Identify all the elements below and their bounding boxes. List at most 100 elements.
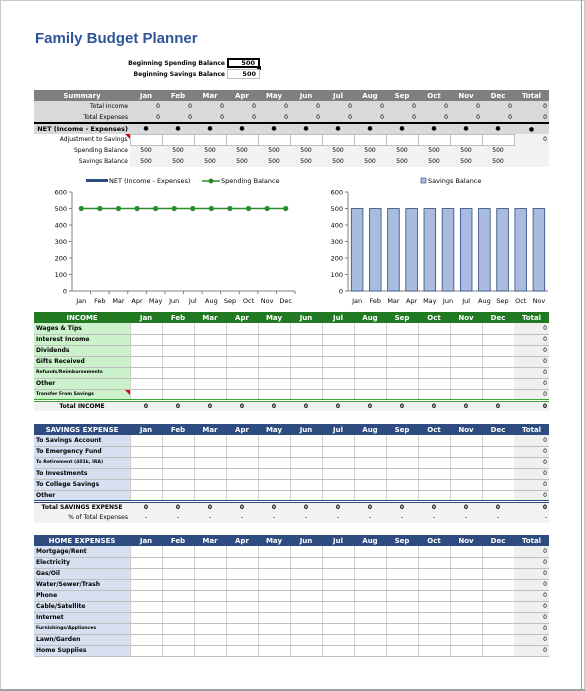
amount-input[interactable] bbox=[257, 367, 290, 379]
amount-input[interactable] bbox=[417, 367, 450, 379]
amount-input[interactable] bbox=[257, 345, 290, 357]
amount-input[interactable] bbox=[417, 378, 450, 390]
amount-input[interactable] bbox=[385, 389, 418, 401]
amount-input[interactable] bbox=[449, 568, 482, 580]
amount-input[interactable] bbox=[129, 367, 162, 379]
amount-input[interactable] bbox=[321, 345, 354, 357]
amount-input[interactable] bbox=[353, 579, 386, 591]
adjustment-input[interactable] bbox=[417, 133, 451, 146]
amount-input[interactable] bbox=[225, 378, 258, 390]
amount-input[interactable] bbox=[481, 389, 514, 401]
amount-input[interactable] bbox=[481, 601, 514, 613]
amount-input[interactable] bbox=[481, 457, 514, 469]
amount-input[interactable] bbox=[385, 623, 418, 635]
amount-input[interactable] bbox=[321, 490, 354, 502]
amount-input[interactable] bbox=[481, 557, 514, 569]
amount-input[interactable] bbox=[417, 479, 450, 491]
amount-input[interactable] bbox=[417, 356, 450, 368]
amount-input[interactable] bbox=[481, 645, 514, 657]
amount-input[interactable] bbox=[161, 601, 194, 613]
amount-input[interactable] bbox=[225, 546, 258, 558]
amount-input[interactable] bbox=[257, 389, 290, 401]
amount-input[interactable] bbox=[225, 323, 258, 335]
amount-input[interactable] bbox=[353, 612, 386, 624]
amount-input[interactable] bbox=[193, 601, 226, 613]
amount-input[interactable] bbox=[161, 612, 194, 624]
amount-input[interactable] bbox=[417, 634, 450, 646]
amount-input[interactable] bbox=[289, 645, 322, 657]
amount-input[interactable] bbox=[193, 446, 226, 458]
amount-input[interactable] bbox=[417, 468, 450, 480]
amount-input[interactable] bbox=[225, 590, 258, 602]
amount-input[interactable] bbox=[161, 356, 194, 368]
amount-input[interactable] bbox=[129, 612, 162, 624]
amount-input[interactable] bbox=[289, 490, 322, 502]
amount-input[interactable] bbox=[481, 356, 514, 368]
amount-input[interactable] bbox=[257, 468, 290, 480]
amount-input[interactable] bbox=[193, 612, 226, 624]
beginning-savings-input[interactable]: 500 bbox=[227, 69, 260, 79]
amount-input[interactable] bbox=[449, 345, 482, 357]
amount-input[interactable] bbox=[321, 546, 354, 558]
amount-input[interactable] bbox=[193, 323, 226, 335]
amount-input[interactable] bbox=[353, 435, 386, 447]
amount-input[interactable] bbox=[385, 612, 418, 624]
amount-input[interactable] bbox=[449, 579, 482, 591]
amount-input[interactable] bbox=[353, 446, 386, 458]
amount-input[interactable] bbox=[257, 634, 290, 646]
amount-input[interactable] bbox=[385, 590, 418, 602]
adjustment-input[interactable] bbox=[289, 133, 323, 146]
amount-input[interactable] bbox=[129, 579, 162, 591]
amount-input[interactable] bbox=[225, 579, 258, 591]
amount-input[interactable] bbox=[193, 479, 226, 491]
amount-input[interactable] bbox=[449, 601, 482, 613]
amount-input[interactable] bbox=[449, 389, 482, 401]
amount-input[interactable] bbox=[225, 389, 258, 401]
amount-input[interactable] bbox=[449, 634, 482, 646]
amount-input[interactable] bbox=[225, 557, 258, 569]
amount-input[interactable] bbox=[289, 389, 322, 401]
amount-input[interactable] bbox=[225, 457, 258, 469]
amount-input[interactable] bbox=[321, 367, 354, 379]
amount-input[interactable] bbox=[449, 367, 482, 379]
amount-input[interactable] bbox=[481, 590, 514, 602]
amount-input[interactable] bbox=[417, 612, 450, 624]
amount-input[interactable] bbox=[129, 457, 162, 469]
amount-input[interactable] bbox=[481, 634, 514, 646]
amount-input[interactable] bbox=[289, 546, 322, 558]
amount-input[interactable] bbox=[481, 479, 514, 491]
amount-input[interactable] bbox=[193, 490, 226, 502]
amount-input[interactable] bbox=[289, 557, 322, 569]
amount-input[interactable] bbox=[193, 356, 226, 368]
amount-input[interactable] bbox=[257, 579, 290, 591]
amount-input[interactable] bbox=[193, 634, 226, 646]
amount-input[interactable] bbox=[257, 378, 290, 390]
amount-input[interactable] bbox=[481, 345, 514, 357]
amount-input[interactable] bbox=[321, 378, 354, 390]
adjustment-input[interactable] bbox=[257, 133, 291, 146]
amount-input[interactable] bbox=[449, 479, 482, 491]
amount-input[interactable] bbox=[449, 323, 482, 335]
amount-input[interactable] bbox=[417, 623, 450, 635]
amount-input[interactable] bbox=[417, 389, 450, 401]
amount-input[interactable] bbox=[289, 479, 322, 491]
amount-input[interactable] bbox=[481, 323, 514, 335]
amount-input[interactable] bbox=[289, 612, 322, 624]
amount-input[interactable] bbox=[225, 435, 258, 447]
amount-input[interactable] bbox=[385, 457, 418, 469]
amount-input[interactable] bbox=[481, 378, 514, 390]
amount-input[interactable] bbox=[161, 389, 194, 401]
amount-input[interactable] bbox=[129, 468, 162, 480]
amount-input[interactable] bbox=[321, 389, 354, 401]
amount-input[interactable] bbox=[449, 378, 482, 390]
amount-input[interactable] bbox=[385, 378, 418, 390]
amount-input[interactable] bbox=[129, 356, 162, 368]
amount-input[interactable] bbox=[129, 446, 162, 458]
amount-input[interactable] bbox=[257, 645, 290, 657]
amount-input[interactable] bbox=[161, 457, 194, 469]
amount-input[interactable] bbox=[225, 334, 258, 346]
amount-input[interactable] bbox=[289, 446, 322, 458]
amount-input[interactable] bbox=[161, 334, 194, 346]
amount-input[interactable] bbox=[417, 557, 450, 569]
amount-input[interactable] bbox=[225, 356, 258, 368]
